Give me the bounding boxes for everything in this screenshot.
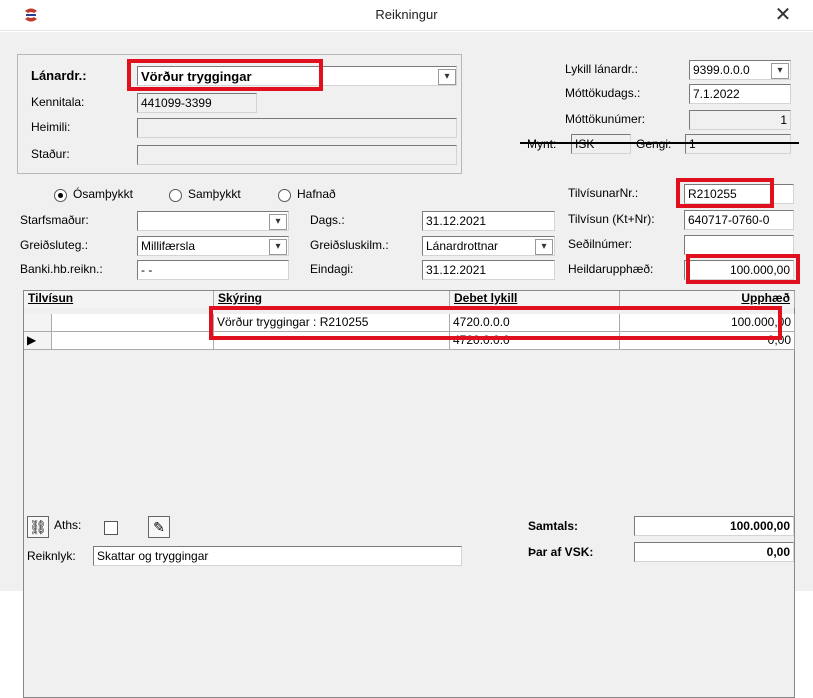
highlight-row: [209, 306, 782, 340]
sedil-field[interactable]: [684, 235, 794, 255]
creditor-label: Lánardr.:: [31, 68, 87, 83]
edit-note-icon[interactable]: ✎: [148, 516, 170, 538]
greidsluskilm-dropdown-chevron-icon[interactable]: ▾: [535, 239, 553, 255]
highlight-creditor: [127, 59, 323, 91]
greidsluteg-dropdown-chevron-icon[interactable]: ▾: [269, 239, 287, 255]
creditor-dropdown-chevron-icon[interactable]: ▾: [438, 69, 456, 85]
aths-checkbox[interactable]: [104, 521, 118, 535]
status-option-1[interactable]: Samþykkt: [188, 187, 241, 201]
highlight-tilvisunar-nr: [676, 178, 774, 208]
samtals-label: Samtals:: [528, 519, 579, 533]
mottoku-dags-label: Móttökudags.:: [565, 86, 641, 100]
row-selector-current[interactable]: ▶: [24, 332, 52, 350]
samtals-field: 100.000,00: [634, 516, 794, 536]
radio-samthykkt[interactable]: [169, 189, 182, 202]
gengi-label: Gengi:: [636, 137, 672, 151]
greidsluteg-label: Greiðsluteg.:: [20, 238, 89, 252]
vsk-field: 0,00: [634, 542, 794, 562]
close-icon[interactable]: ✕: [770, 3, 796, 27]
greidsluskilm-label: Greiðsluskilm.:: [310, 238, 389, 252]
highlight-heildar: [686, 254, 800, 284]
starfsmadur-dropdown-chevron-icon[interactable]: ▾: [269, 214, 287, 230]
lines-grid: Tilvísun Skýring Debet lykill Upphæð Vör…: [23, 290, 795, 698]
mottoku-nr-field: 1: [689, 110, 791, 130]
starfsmadur-label: Starfsmaður:: [20, 213, 89, 227]
table-cell-tilvisun[interactable]: [52, 314, 214, 332]
radio-hafnad[interactable]: [278, 189, 291, 202]
window-title: Reikningur: [375, 7, 438, 22]
table-cell-tilvisun[interactable]: [52, 332, 214, 350]
reiknlyk-field[interactable]: Skattar og tryggingar: [93, 546, 462, 566]
status-option-0[interactable]: Ósamþykkt: [73, 187, 133, 201]
radio-osamthykkt[interactable]: [54, 189, 67, 202]
mottoku-dags-field[interactable]: 7.1.2022: [689, 84, 791, 104]
row-selector[interactable]: [24, 314, 52, 332]
eindagi-field[interactable]: 31.12.2021: [422, 260, 555, 280]
tilvisun-kt-label: Tilvísun (Kt+Nr):: [568, 212, 655, 226]
eindagi-label: Eindagi:: [310, 262, 354, 276]
dags-label: Dags.:: [310, 213, 345, 227]
status-option-2[interactable]: Hafnað: [297, 187, 336, 201]
banki-label: Banki.hb.reikn.:: [20, 262, 103, 276]
starfsmadur-field[interactable]: [137, 211, 289, 231]
tilvisunar-nr-label: TilvísunarNr.:: [568, 186, 639, 200]
stadur-label: Staður:: [31, 147, 70, 161]
lykill-dropdown-chevron-icon[interactable]: ▾: [771, 63, 789, 79]
col-header-tilvisun[interactable]: Tilvísun: [24, 291, 214, 308]
heildar-label: Heildarupphæð:: [568, 262, 654, 276]
heimili-label: Heimili:: [31, 120, 71, 134]
greidsluteg-field[interactable]: Millifærsla: [137, 236, 289, 256]
divider: [520, 142, 799, 144]
mynt-label: Mynt:: [527, 137, 557, 151]
gengi-field: 1: [685, 134, 791, 154]
mottoku-nr-label: Móttökunúmer:: [565, 112, 646, 126]
stadur-field: [137, 145, 457, 165]
aths-label: Aths:: [54, 518, 82, 532]
mynt-field: ISK: [571, 134, 631, 154]
kennitala-field: 441099-3399: [137, 93, 257, 113]
attach-icon[interactable]: ⛓: [27, 516, 49, 538]
tilvisun-kt-field[interactable]: 640717-0760-0: [684, 210, 794, 230]
kennitala-label: Kennitala:: [31, 95, 85, 109]
heimili-field: [137, 118, 457, 138]
lykill-label: Lykill lánardr.:: [565, 62, 638, 76]
dags-field[interactable]: 31.12.2021: [422, 211, 555, 231]
vsk-label: Þar af VSK:: [528, 545, 594, 559]
sedil-label: Seðilnúmer:: [568, 237, 633, 251]
reiknlyk-label: Reiknlyk:: [27, 549, 76, 563]
banki-field[interactable]: - -: [137, 260, 289, 280]
